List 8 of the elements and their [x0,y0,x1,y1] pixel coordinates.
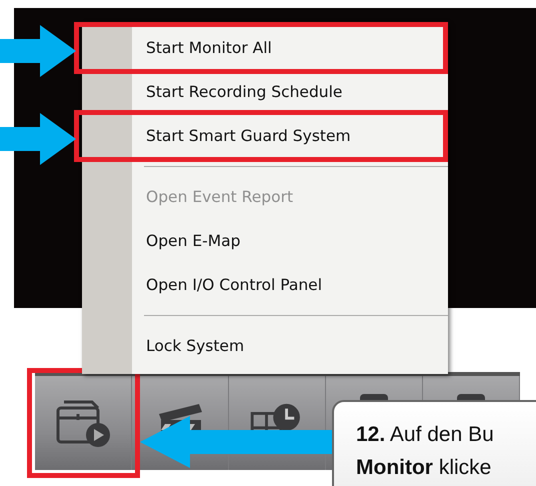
menu-item[interactable]: Start Smart Guard System [82,114,448,158]
menu-item[interactable]: Open E-Map [82,219,448,263]
menu-item[interactable]: Open I/O Control Panel [82,263,448,307]
callout-text: Monitor klicke [356,455,492,481]
menu-item[interactable]: Start Monitor All [82,26,448,70]
menu-item[interactable]: Lock System [82,324,448,368]
callout-text: 12. Auf den Bu [356,422,495,448]
menu-item[interactable]: Start Recording Schedule [82,70,448,114]
